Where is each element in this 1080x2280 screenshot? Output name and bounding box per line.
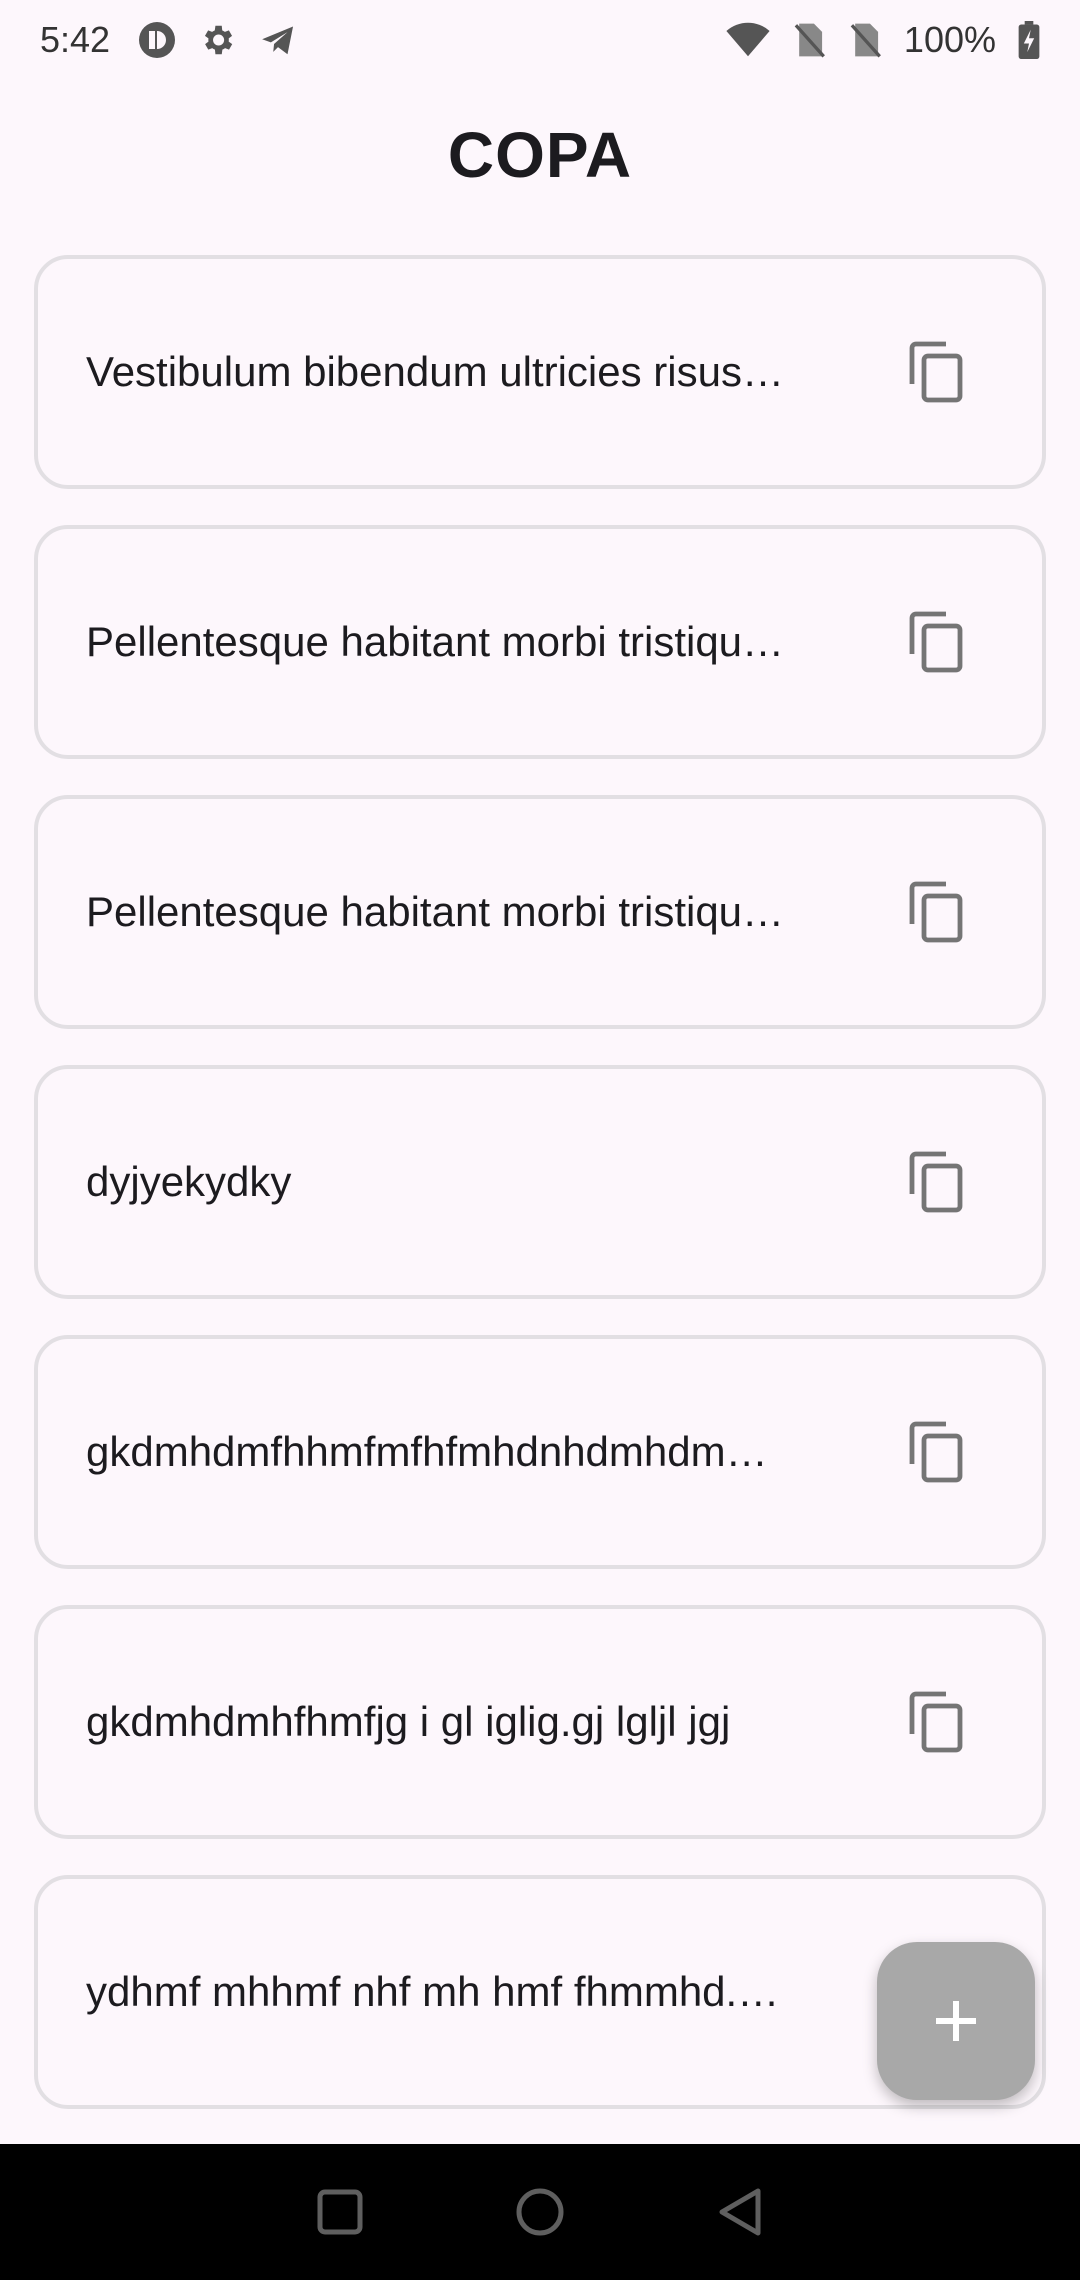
record-icon — [138, 21, 176, 59]
battery-percent: 100% — [903, 19, 996, 60]
list-item[interactable]: Vestibulum bibendum ultricies risus… — [34, 255, 1046, 489]
wifi-icon — [726, 22, 770, 58]
status-left: 5:42 — [40, 19, 298, 61]
copy-button[interactable] — [888, 1674, 984, 1770]
list-item-text: dyjyekydky — [86, 1158, 292, 1205]
plus-icon — [936, 2001, 976, 2041]
copy-icon — [909, 1691, 963, 1753]
no-sim-icon — [848, 22, 882, 58]
list-item-text: ydhmf mhhmf nhf mh hmf fhmmhd.… — [86, 1968, 780, 2015]
list-item-text: Vestibulum bibendum ultricies risus… — [86, 348, 784, 395]
copy-button[interactable] — [888, 594, 984, 690]
list-item-text: gkdmhdmhfhmfjg i gl iglig.gj lgljl jgj — [86, 1698, 731, 1745]
battery-charging-icon — [1018, 21, 1040, 59]
settings-icon — [198, 21, 236, 59]
copy-icon — [909, 611, 963, 673]
copy-button[interactable] — [888, 864, 984, 960]
copy-button[interactable] — [888, 1134, 984, 1230]
copy-button[interactable] — [888, 1404, 984, 1500]
list-item-text: gkdmhdmfhhmfmfhfmhdnhdmhdm… — [86, 1428, 768, 1475]
status-bar: 5:42 100% — [0, 0, 1080, 80]
no-sim-icon — [792, 22, 826, 58]
list-item-text: Pellentesque habitant morbi tristiqu… — [86, 888, 785, 935]
copy-icon — [909, 881, 963, 943]
page-title: COPA — [447, 119, 633, 191]
list-item-text: Pellentesque habitant morbi tristiqu… — [86, 618, 785, 665]
list-item[interactable]: gkdmhdmfhhmfmfhfmhdnhdmhdm… — [34, 1335, 1046, 1569]
list-item[interactable]: Pellentesque habitant morbi tristiqu… — [34, 795, 1046, 1029]
list-item[interactable]: gkdmhdmhfhmfjg i gl iglig.gj lgljl jgj — [34, 1605, 1046, 1839]
recents-icon — [317, 2189, 363, 2235]
list-item[interactable]: dyjyekydky — [34, 1065, 1046, 1299]
status-right: 100% — [726, 19, 1040, 61]
copy-icon — [909, 1421, 963, 1483]
status-time: 5:42 — [40, 19, 111, 60]
navigation-bar — [0, 2144, 1080, 2280]
copy-icon — [909, 341, 963, 403]
list-item[interactable]: Pellentesque habitant morbi tristiqu… — [34, 525, 1046, 759]
copy-button[interactable] — [888, 324, 984, 420]
recents-button[interactable] — [310, 2182, 370, 2242]
home-button[interactable] — [510, 2182, 570, 2242]
add-button[interactable] — [877, 1942, 1035, 2100]
home-icon — [516, 2188, 564, 2236]
back-button[interactable] — [710, 2182, 770, 2242]
back-icon — [719, 2188, 761, 2236]
telegram-icon — [258, 21, 298, 59]
copy-icon — [909, 1151, 963, 1213]
